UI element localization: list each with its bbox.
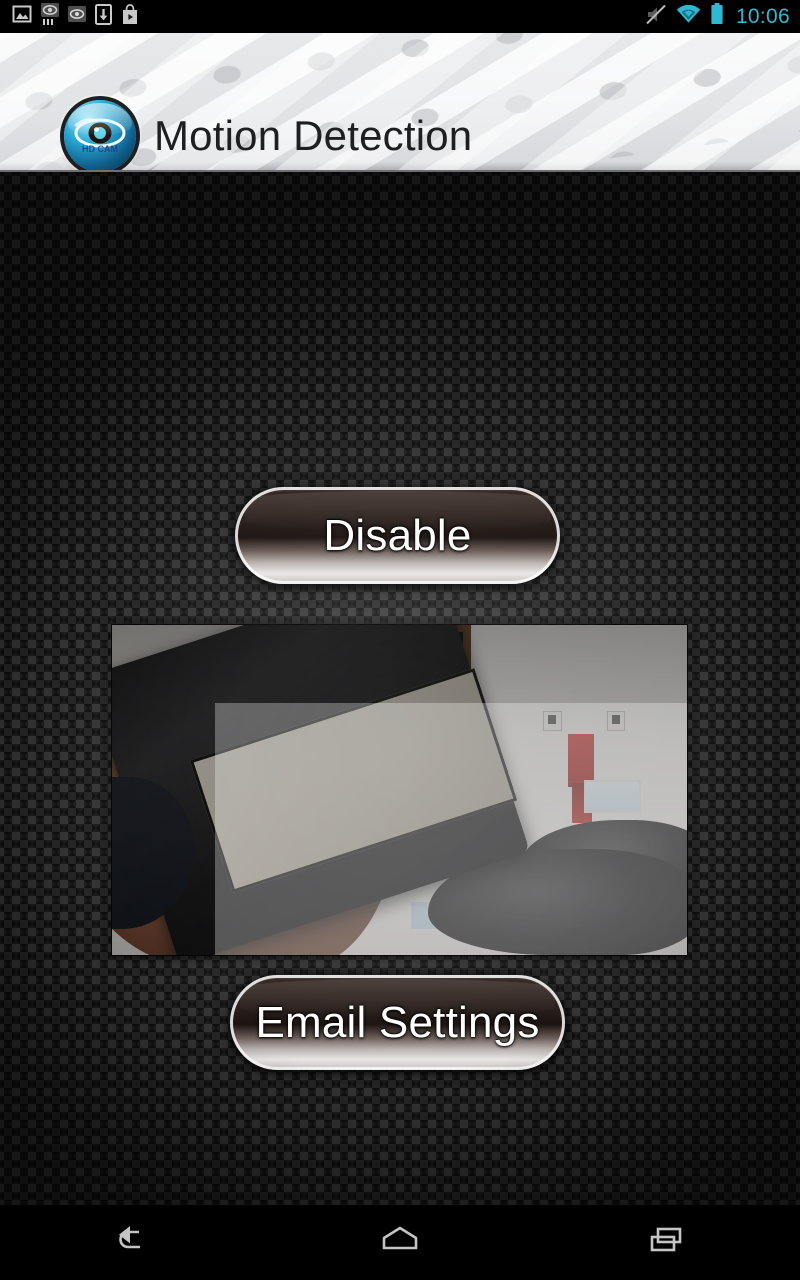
eye-recording-icon — [41, 3, 59, 30]
mute-icon — [645, 4, 667, 30]
camera-preview[interactable] — [112, 625, 687, 955]
android-navigation-bar — [0, 1205, 800, 1280]
scene-wall-switch-right — [606, 710, 625, 731]
email-settings-label: Email Settings — [255, 997, 540, 1047]
scene-wall-switch-left — [543, 710, 562, 731]
eye-icon — [68, 4, 86, 29]
status-bar-notification-icons — [12, 3, 139, 30]
status-bar-system-icons: 10:06 — [645, 3, 790, 30]
play-store-icon — [121, 3, 139, 30]
status-bar-clock: 10:06 — [735, 4, 790, 28]
page-title: Motion Detection — [154, 112, 473, 159]
home-button[interactable] — [267, 1205, 534, 1280]
battery-icon — [710, 3, 724, 30]
download-icon — [95, 3, 112, 30]
wifi-icon — [676, 4, 701, 29]
email-settings-button[interactable]: Email Settings — [230, 975, 565, 1070]
status-bar: 10:06 — [0, 0, 800, 33]
gallery-image-icon — [12, 4, 32, 29]
scene-fire-sign — [567, 733, 595, 787]
app-title-bar: HD CAM Motion Detection — [0, 33, 800, 172]
svg-text:HD CAM: HD CAM — [82, 144, 118, 154]
back-button[interactable] — [0, 1205, 267, 1280]
android-screen: 10:06 HD CAM Motion Detection Disable Em… — [0, 0, 800, 1280]
recents-button[interactable] — [533, 1205, 800, 1280]
scene-monitor — [583, 780, 641, 814]
main-content: Disable Email Settings — [0, 172, 800, 1205]
motion-detection-toggle-button[interactable]: Disable — [235, 487, 560, 584]
recents-icon — [645, 1224, 689, 1261]
motion-detection-toggle-label: Disable — [323, 510, 472, 560]
hd-cam-eye-logo: HD CAM — [64, 100, 136, 170]
back-arrow-icon — [110, 1223, 156, 1262]
home-icon — [378, 1224, 422, 1261]
camera-scene — [112, 625, 687, 955]
